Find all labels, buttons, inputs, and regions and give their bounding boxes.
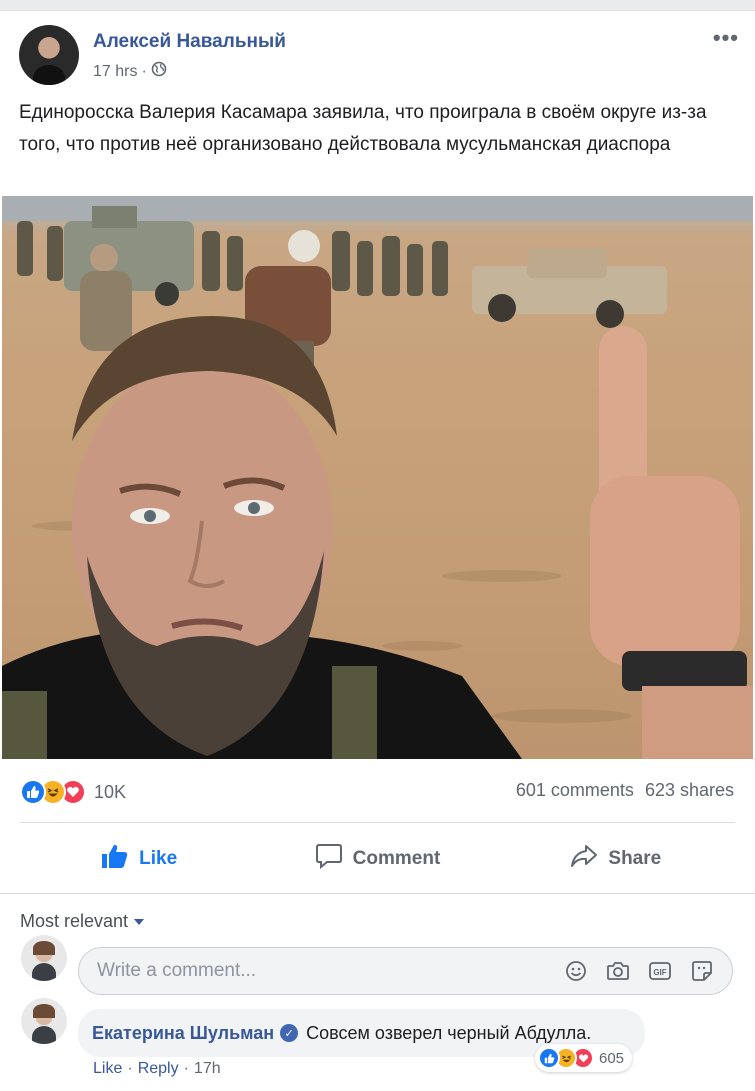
globe-icon[interactable]	[151, 61, 167, 82]
reaction-count: 10K	[94, 781, 127, 802]
comment-composer[interactable]: GIF	[78, 947, 733, 995]
verified-badge-icon: ✓	[280, 1024, 299, 1042]
emoji-icon[interactable]	[564, 959, 588, 983]
meta-separator: ·	[141, 62, 147, 80]
separator: ·	[183, 1060, 189, 1077]
like-reaction-icon	[20, 779, 46, 805]
sticker-icon[interactable]	[690, 959, 714, 983]
divider	[20, 822, 735, 823]
composer-icons: GIF	[564, 959, 714, 983]
comment-label: Comment	[352, 848, 441, 869]
thumbs-up-icon	[101, 843, 129, 875]
gif-icon[interactable]: GIF	[648, 959, 672, 983]
post-card: Алексей Навальный 17 hrs · ••• Единоросс…	[0, 10, 755, 1091]
author-avatar[interactable]	[19, 25, 79, 85]
comment-like-link[interactable]: Like	[93, 1060, 122, 1078]
comment-sort-dropdown[interactable]: Most relevant	[20, 911, 145, 932]
commenter-avatar[interactable]	[21, 998, 67, 1044]
comment-timestamp[interactable]: 17h	[194, 1060, 221, 1078]
gif-label: GIF	[653, 968, 666, 977]
separator: ·	[127, 1060, 133, 1077]
comment-button[interactable]: Comment	[258, 833, 496, 885]
post-timestamp[interactable]: 17 hrs	[93, 63, 137, 81]
comment-input[interactable]	[97, 958, 537, 984]
comment-text: Совсем озверел черный Абдулла.	[306, 1022, 592, 1043]
current-user-avatar[interactable]	[21, 935, 67, 981]
comment-reply-link[interactable]: Reply	[138, 1060, 179, 1078]
post-author-name[interactable]: Алексей Навальный	[93, 31, 286, 53]
sort-label: Most relevant	[20, 911, 129, 931]
comment-reactions[interactable]: 605	[535, 1044, 633, 1072]
like-button[interactable]: Like	[20, 833, 258, 885]
post-text: Единоросска Валерия Касамара заявила, чт…	[19, 102, 707, 155]
comment-bubble-icon	[315, 843, 343, 875]
like-reaction-icon	[538, 1047, 560, 1069]
caret-down-icon	[134, 918, 145, 925]
post-photo[interactable]	[2, 196, 753, 759]
comment-author[interactable]: Екатерина Шульман	[92, 1023, 274, 1044]
post-actions: Like Comment Share	[20, 833, 735, 885]
comments-count[interactable]: 601 comments	[516, 780, 634, 801]
share-button[interactable]: Share	[497, 833, 735, 885]
share-arrow-icon	[570, 843, 598, 875]
camera-icon[interactable]	[606, 959, 630, 983]
share-label: Share	[608, 848, 662, 869]
post-meta: 17 hrs ·	[93, 61, 167, 82]
comment-reaction-count: 605	[599, 1049, 625, 1067]
divider	[0, 893, 755, 894]
post-stats: 601 comments 623 shares	[516, 780, 734, 801]
post-reactions[interactable]: 10K	[20, 779, 126, 805]
like-label: Like	[139, 848, 178, 869]
comment-actions: Like · Reply · 17h	[93, 1060, 221, 1078]
shares-count[interactable]: 623 shares	[645, 780, 734, 801]
more-dots-icon[interactable]: •••	[713, 25, 739, 51]
